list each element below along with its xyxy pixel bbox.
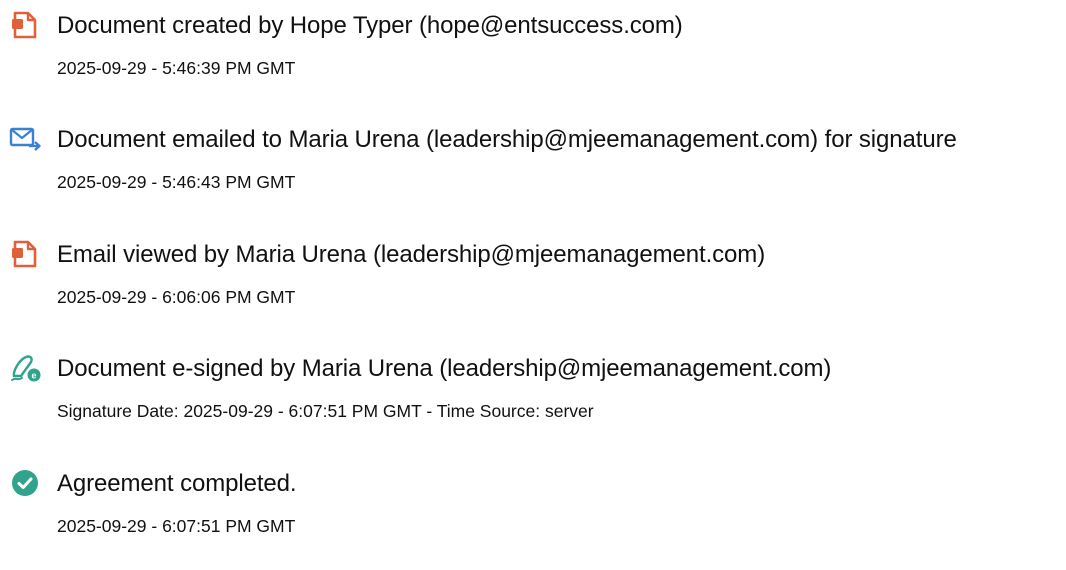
history-event: Document created by Hope Typer (hope@ent… <box>0 9 1066 112</box>
event-timestamp: 2025-09-29 - 5:46:39 PM GMT <box>57 58 296 78</box>
history-event: e Document e-signed by Maria Urena (lead… <box>0 355 1066 455</box>
document-icon <box>9 238 41 270</box>
document-icon <box>9 9 41 41</box>
history-event: Email viewed by Maria Urena (leadership@… <box>0 238 1066 341</box>
event-timestamp: 2025-09-29 - 5:46:43 PM GMT <box>57 172 296 192</box>
email-sent-icon <box>9 123 41 155</box>
event-title: Agreement completed. <box>57 470 297 497</box>
event-title: Document created by Hope Typer (hope@ent… <box>57 12 683 39</box>
history-event: Agreement completed. 2025-09-29 - 6:07:5… <box>0 470 1066 570</box>
event-timestamp: 2025-09-29 - 6:06:06 PM GMT <box>57 287 296 307</box>
event-title: Email viewed by Maria Urena (leadership@… <box>57 241 766 268</box>
esign-pen-icon: e <box>9 352 41 384</box>
check-circle-icon <box>9 467 41 499</box>
event-title: Document e-signed by Maria Urena (leader… <box>57 355 832 382</box>
event-timestamp: Signature Date: 2025-09-29 - 6:07:51 PM … <box>57 401 594 421</box>
svg-text:e: e <box>31 371 36 381</box>
event-timestamp: 2025-09-29 - 6:07:51 PM GMT <box>57 516 296 536</box>
event-title: Document emailed to Maria Urena (leaders… <box>57 126 957 153</box>
history-event: Document emailed to Maria Urena (leaders… <box>0 126 1066 226</box>
